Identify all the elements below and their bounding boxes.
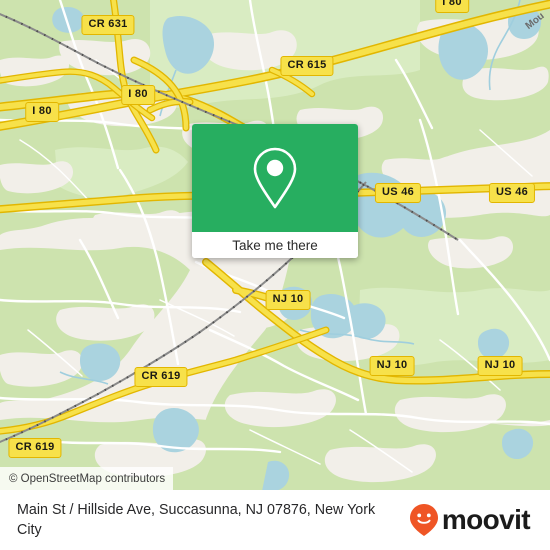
place-address-text: Main St / Hillside Ave, Succasunna, NJ 0…	[17, 501, 376, 538]
moovit-logo[interactable]: moovit	[409, 503, 536, 537]
footer-bar: Main St / Hillside Ave, Succasunna, NJ 0…	[0, 490, 550, 550]
take-me-there-label: Take me there	[232, 237, 318, 253]
road-shield-label: CR 631	[81, 15, 135, 35]
card-header	[192, 124, 358, 232]
road-shield-label: NJ 10	[477, 356, 523, 376]
road-shield-label: US 46	[488, 183, 536, 203]
map-share-card-screenshot: CR 631 I 80 I 80 I 80 CR 615 US 46 US 46…	[0, 0, 550, 550]
map-pin-icon	[253, 147, 297, 209]
road-shield-label: I 80	[435, 0, 469, 13]
road-shield-label: NJ 10	[369, 356, 415, 376]
moovit-wordmark: moovit	[441, 504, 531, 535]
road-shield-label: US 46	[374, 183, 422, 203]
map-attribution[interactable]: © OpenStreetMap contributors	[0, 467, 174, 490]
map-canvas[interactable]: CR 631 I 80 I 80 I 80 CR 615 US 46 US 46…	[0, 0, 550, 490]
road-shield-label: I 80	[121, 85, 155, 105]
destination-popup-card[interactable]: Take me there	[192, 124, 358, 258]
take-me-there-button[interactable]: Take me there	[192, 232, 358, 258]
road-shield-label: CR 619	[134, 367, 188, 387]
attribution-text: © OpenStreetMap contributors	[9, 472, 166, 485]
moovit-pin-smiley-icon	[409, 504, 438, 536]
road-shield-label: CR 615	[280, 56, 334, 76]
road-shield-label: NJ 10	[265, 290, 311, 310]
road-shield-label: I 80	[25, 102, 59, 122]
road-shield-label: CR 619	[8, 438, 62, 458]
